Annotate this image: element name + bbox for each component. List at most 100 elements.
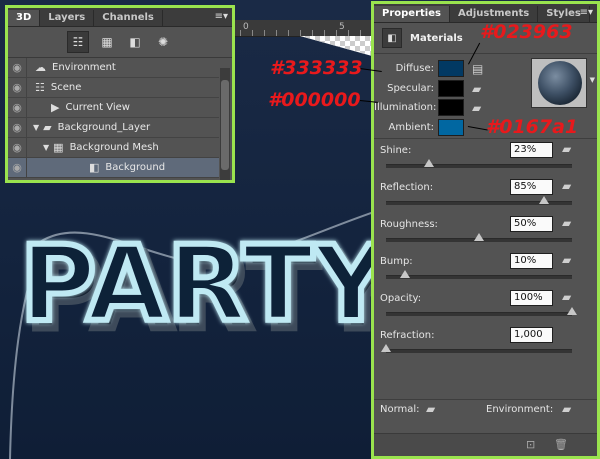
eye-icon[interactable]: ◉ xyxy=(8,98,27,117)
slider-value-input[interactable]: 1,000 xyxy=(510,327,553,343)
scene-icon: ☷ xyxy=(35,81,45,94)
material-filter-icon[interactable]: ◧ xyxy=(125,32,145,52)
properties-panel: Properties Adjustments Styles ≡▾ ◧ Mater… xyxy=(371,1,600,459)
slider-value-input[interactable]: 100% xyxy=(510,290,553,306)
layer-scrollbar-thumb[interactable] xyxy=(221,80,229,170)
slider-opacity: Opacity: 100% ▰ xyxy=(374,287,597,324)
folder-icon[interactable]: ▰ xyxy=(562,179,571,193)
layer-label: Background_Layer xyxy=(57,122,151,133)
tab-layers[interactable]: Layers xyxy=(40,10,95,26)
layer-label: Environment xyxy=(52,62,116,73)
ruler-number: 0 xyxy=(243,22,249,32)
illumination-swatch[interactable] xyxy=(438,99,464,116)
ambient-row: Ambient: xyxy=(374,119,464,136)
diffuse-swatch[interactable] xyxy=(438,60,464,77)
expand-icon[interactable]: ▼ xyxy=(33,123,39,132)
tab-properties[interactable]: Properties xyxy=(374,6,450,22)
slider-label: Reflection: xyxy=(380,182,434,193)
slider-value-input[interactable]: 50% xyxy=(510,216,553,232)
trash-icon[interactable]: 🗑 xyxy=(554,438,568,451)
eye-icon[interactable]: ◉ xyxy=(8,58,27,77)
slider-value-input[interactable]: 10% xyxy=(510,253,553,269)
folder-icon[interactable]: ▰ xyxy=(562,216,571,230)
folder-icon[interactable]: ▰ xyxy=(562,142,571,156)
specular-row: Specular: ▰ xyxy=(374,80,481,97)
folder-icon[interactable]: ▰ xyxy=(562,253,571,267)
slider-thumb[interactable] xyxy=(474,233,484,241)
slider-roughness: Roughness: 50% ▰ xyxy=(374,213,597,250)
texture-maps-row: Normal: ▰ Environment: ▰ xyxy=(374,399,597,420)
diffuse-label: Diffuse: xyxy=(395,63,434,74)
panel-menu-icon[interactable]: ≡▾ xyxy=(580,7,593,18)
slider-thumb[interactable] xyxy=(399,270,410,278)
slider-track[interactable] xyxy=(386,349,572,353)
layer-label: Background xyxy=(105,162,166,173)
slider-track[interactable] xyxy=(386,275,572,279)
eye-icon[interactable]: ◉ xyxy=(8,158,27,177)
slider-label: Opacity: xyxy=(380,293,422,304)
folder-icon[interactable]: ▰ xyxy=(562,290,571,304)
slider-thumb[interactable] xyxy=(423,159,434,167)
eye-icon[interactable]: ◉ xyxy=(8,118,27,137)
layer-row-scene[interactable]: ◉ ☷ Scene xyxy=(8,78,219,98)
slider-thumb[interactable] xyxy=(381,344,391,352)
eye-icon[interactable]: ◉ xyxy=(8,138,27,157)
layer-row-current-view[interactable]: ◉ ▶ Current View xyxy=(8,98,219,118)
layer-label: Scene xyxy=(50,82,82,93)
layer-label: Background Mesh xyxy=(69,142,159,153)
slider-track[interactable] xyxy=(386,312,572,316)
slider-track[interactable] xyxy=(386,164,572,168)
folder-icon[interactable]: ▰ xyxy=(472,82,481,96)
light-filter-icon[interactable]: ✺ xyxy=(153,32,173,52)
layer-row-environment[interactable]: ◉ ☁ Environment xyxy=(8,58,219,78)
3d-filter-toolbar: ☷ ▦ ◧ ✺ xyxy=(8,27,232,58)
slider-thumb[interactable] xyxy=(567,307,577,315)
scene-filter-icon[interactable]: ☷ xyxy=(67,31,89,53)
render-icon[interactable]: ⊡ xyxy=(526,438,535,451)
ambient-label: Ambient: xyxy=(388,122,435,133)
illumination-label: Illumination: xyxy=(374,102,437,113)
layer-row-background-layer[interactable]: ◉ ▼ ▰ Background_Layer xyxy=(8,118,219,138)
diffuse-row: Diffuse: ▤ xyxy=(374,60,483,77)
specular-swatch[interactable] xyxy=(438,80,464,97)
slider-label: Roughness: xyxy=(380,219,438,230)
slider-value-input[interactable]: 23% xyxy=(510,142,553,158)
specular-annotation: #333333 xyxy=(270,57,363,79)
normal-label: Normal: xyxy=(380,404,420,415)
material-sliders: Shine: 23% ▰ Reflection: 85% ▰ Roughness… xyxy=(374,139,597,361)
slider-shine: Shine: 23% ▰ xyxy=(374,139,597,176)
camera-icon: ▶ xyxy=(51,101,60,114)
slider-reflection: Reflection: 85% ▰ xyxy=(374,176,597,213)
texture-folder-icon[interactable]: ▤ xyxy=(472,62,483,76)
normal-folder-icon[interactable]: ▰ xyxy=(426,402,435,416)
tab-3d[interactable]: 3D xyxy=(8,10,41,26)
material-icon: ◧ xyxy=(89,161,100,174)
mesh-filter-icon[interactable]: ▦ xyxy=(97,32,117,52)
layer-row-background-material[interactable]: ◉ ◧ Background xyxy=(8,158,219,178)
folder-icon[interactable]: ▰ xyxy=(472,101,481,115)
eye-icon[interactable]: ◉ xyxy=(8,78,27,97)
chevron-down-icon[interactable]: ▼ xyxy=(590,76,595,84)
ambient-swatch[interactable] xyxy=(438,119,464,136)
slider-bump: Bump: 10% ▰ xyxy=(374,250,597,287)
3d-panel-tabs: 3D Layers Channels ≡▾ xyxy=(8,8,232,27)
slider-thumb[interactable] xyxy=(539,196,550,204)
material-preview-sphere[interactable] xyxy=(531,58,587,108)
panel-footer: ⊡ 🗑 xyxy=(374,433,597,456)
environment-folder-icon[interactable]: ▰ xyxy=(562,402,571,416)
slider-label: Refraction: xyxy=(380,330,435,341)
illumination-annotation: #000000 xyxy=(268,89,361,111)
environment-label: Environment: xyxy=(486,404,554,415)
slider-label: Shine: xyxy=(380,145,412,156)
specular-label: Specular: xyxy=(387,83,434,94)
layer-row-background-mesh[interactable]: ◉ ▼ ▦ Background Mesh xyxy=(8,138,219,158)
illumination-row: Illumination: ▰ xyxy=(374,99,481,116)
tab-adjustments[interactable]: Adjustments xyxy=(450,6,539,22)
3d-layer-list: ◉ ☁ Environment ◉ ☷ Scene ◉ ▶ Current Vi… xyxy=(8,58,232,178)
slider-value-input[interactable]: 85% xyxy=(510,179,553,195)
expand-icon[interactable]: ▼ xyxy=(43,143,49,152)
mesh-icon: ▦ xyxy=(53,141,64,154)
tab-channels[interactable]: Channels xyxy=(94,10,163,26)
folder-icon: ▰ xyxy=(43,121,52,134)
panel-menu-icon[interactable]: ≡▾ xyxy=(215,11,228,22)
